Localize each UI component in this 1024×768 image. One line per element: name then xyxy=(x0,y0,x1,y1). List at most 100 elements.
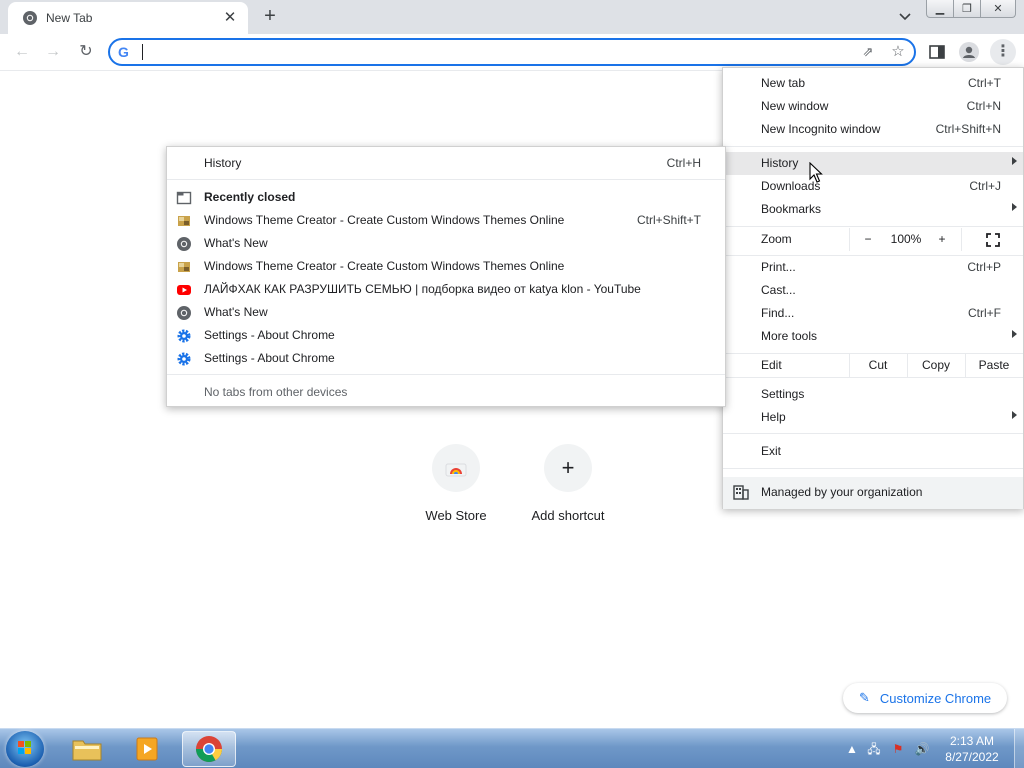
arrow-left-icon: ← xyxy=(14,43,30,60)
customize-label: Customize Chrome xyxy=(879,690,992,706)
menu-separator xyxy=(723,433,1023,434)
menu-item-new-window[interactable]: New window Ctrl+N xyxy=(723,95,1023,118)
menu-label: Exit xyxy=(761,444,782,458)
menu-label: Edit xyxy=(761,358,782,372)
history-submenu: History Ctrl+H Recently closed Windows T… xyxy=(166,146,726,407)
media-player-icon xyxy=(136,737,158,761)
arrow-right-icon: → xyxy=(45,43,61,60)
google-g-icon: G xyxy=(118,44,129,60)
copy-button[interactable]: Copy xyxy=(907,358,965,372)
shortcut-web-store[interactable]: Web Store xyxy=(411,444,501,523)
managed-by-org[interactable]: Managed by your organization xyxy=(723,477,1023,509)
submenu-label: Windows Theme Creator - Create Custom Wi… xyxy=(204,259,565,273)
tab-close-icon[interactable]: ✕ xyxy=(222,10,238,26)
window-close-button[interactable]: ✕ xyxy=(980,0,1016,18)
history-item[interactable]: Windows Theme Creator - Create Custom Wi… xyxy=(167,209,725,232)
menu-item-print[interactable]: Print... Ctrl+P xyxy=(723,256,1023,279)
chrome-logo-icon xyxy=(195,736,223,763)
mouse-cursor-icon xyxy=(809,162,823,183)
minimize-icon: ▁ xyxy=(935,3,945,15)
menu-label: Help xyxy=(761,410,786,424)
menu-item-cast[interactable]: Cast... xyxy=(723,279,1023,302)
person-icon xyxy=(963,46,975,58)
submenu-shortcut: Ctrl+Shift+T xyxy=(636,213,701,227)
building-icon xyxy=(733,485,749,500)
menu-item-find[interactable]: Find... Ctrl+F xyxy=(723,302,1023,325)
theme-creator-icon xyxy=(178,216,190,226)
no-tabs-other-devices: No tabs from other devices xyxy=(167,381,725,404)
menu-item-edit: Edit Cut Copy Paste xyxy=(723,354,1023,377)
submenu-label: Settings - About Chrome xyxy=(204,328,335,342)
menu-item-history[interactable]: History xyxy=(723,152,1023,175)
action-center-flag-icon[interactable]: ⚑ xyxy=(890,741,906,757)
paste-button[interactable]: Paste xyxy=(965,358,1023,372)
profile-avatar-button[interactable] xyxy=(959,42,979,62)
menu-separator xyxy=(723,146,1023,147)
menu-shortcut: Ctrl+P xyxy=(967,260,1001,274)
tab-window-icon xyxy=(176,191,192,205)
volume-icon[interactable]: 🔊 xyxy=(914,741,930,757)
history-item[interactable]: ЛАЙФХАК КАК РАЗРУШИТЬ СЕМЬЮ | подборка в… xyxy=(167,278,725,301)
menu-item-downloads[interactable]: Downloads Ctrl+J xyxy=(723,175,1023,198)
restore-button[interactable]: ❐ xyxy=(953,0,981,18)
chrome-menu-button[interactable]: ⋮ xyxy=(990,39,1016,65)
submenu-label: History xyxy=(204,156,242,170)
menu-item-exit[interactable]: Exit xyxy=(723,440,1023,463)
back-button[interactable]: ← xyxy=(10,41,34,63)
menu-label: Print... xyxy=(761,260,796,274)
submenu-arrow-icon xyxy=(1012,411,1017,419)
settings-icon xyxy=(177,329,191,343)
taskbar-media-player-button[interactable] xyxy=(120,731,174,767)
submenu-label: Recently closed xyxy=(204,190,296,204)
fullscreen-icon xyxy=(986,232,1000,247)
tab-new-tab[interactable]: New Tab ✕ xyxy=(8,2,248,34)
history-item[interactable]: Settings - About Chrome xyxy=(167,347,725,370)
omnibox[interactable]: G ⇗ ☆ xyxy=(108,38,916,66)
taskbar-clock[interactable]: 2:13 AM 8/27/2022 xyxy=(936,733,1008,765)
chrome-icon xyxy=(23,11,37,25)
chrome-menu: New tab Ctrl+T New window Ctrl+N New Inc… xyxy=(722,67,1024,509)
fullscreen-button[interactable] xyxy=(963,228,1023,251)
menu-shortcut: Ctrl+F xyxy=(968,306,1001,320)
menu-item-new-tab[interactable]: New tab Ctrl+T xyxy=(723,72,1023,95)
history-item[interactable]: What's New xyxy=(167,301,725,324)
start-button[interactable] xyxy=(6,731,44,767)
tab-strip: New Tab ✕ + ▁ ❐ ✕ xyxy=(0,0,1024,34)
menu-label: New window xyxy=(761,99,829,113)
taskbar-explorer-button[interactable] xyxy=(60,731,114,767)
minimize-button[interactable]: ▁ xyxy=(926,0,954,18)
pencil-icon: ✎ xyxy=(859,690,870,705)
menu-separator xyxy=(723,377,1023,378)
reload-button[interactable]: ↻ xyxy=(74,41,98,63)
menu-item-settings[interactable]: Settings xyxy=(723,383,1023,406)
cut-button[interactable]: Cut xyxy=(849,358,907,372)
menu-label: More tools xyxy=(761,329,818,343)
menu-label: Settings xyxy=(761,387,805,401)
windows-logo-icon xyxy=(18,741,31,754)
forward-button[interactable]: → xyxy=(41,41,65,63)
menu-label: New tab xyxy=(761,76,806,90)
submenu-label: What's New xyxy=(204,305,268,319)
show-desktop-button[interactable] xyxy=(1014,729,1024,768)
bookmark-star-icon[interactable]: ☆ xyxy=(888,42,908,62)
add-shortcut-button[interactable]: + Add shortcut xyxy=(523,444,613,523)
menu-item-more-tools[interactable]: More tools xyxy=(723,325,1023,348)
chrome-icon xyxy=(177,237,191,251)
taskbar-chrome-button[interactable] xyxy=(182,731,236,767)
customize-chrome-button[interactable]: ✎ Customize Chrome xyxy=(843,683,1007,713)
menu-item-zoom: Zoom − 100% + xyxy=(723,228,1023,251)
submenu-item-history[interactable]: History Ctrl+H xyxy=(167,152,725,175)
side-panel-icon[interactable] xyxy=(927,42,947,62)
menu-item-new-incognito[interactable]: New Incognito window Ctrl+Shift+N xyxy=(723,118,1023,141)
tray-expand-icon[interactable]: ▲ xyxy=(844,741,860,757)
tab-search-chevron-icon[interactable] xyxy=(894,7,916,27)
share-icon[interactable]: ⇗ xyxy=(858,42,878,62)
new-tab-button[interactable]: + xyxy=(258,6,282,28)
settings-icon xyxy=(177,352,191,366)
menu-item-help[interactable]: Help xyxy=(723,406,1023,429)
history-item[interactable]: Settings - About Chrome xyxy=(167,324,725,347)
history-item[interactable]: Windows Theme Creator - Create Custom Wi… xyxy=(167,255,725,278)
network-icon[interactable]: 🖧 xyxy=(866,741,882,757)
menu-item-bookmarks[interactable]: Bookmarks xyxy=(723,198,1023,221)
history-item[interactable]: What's New xyxy=(167,232,725,255)
